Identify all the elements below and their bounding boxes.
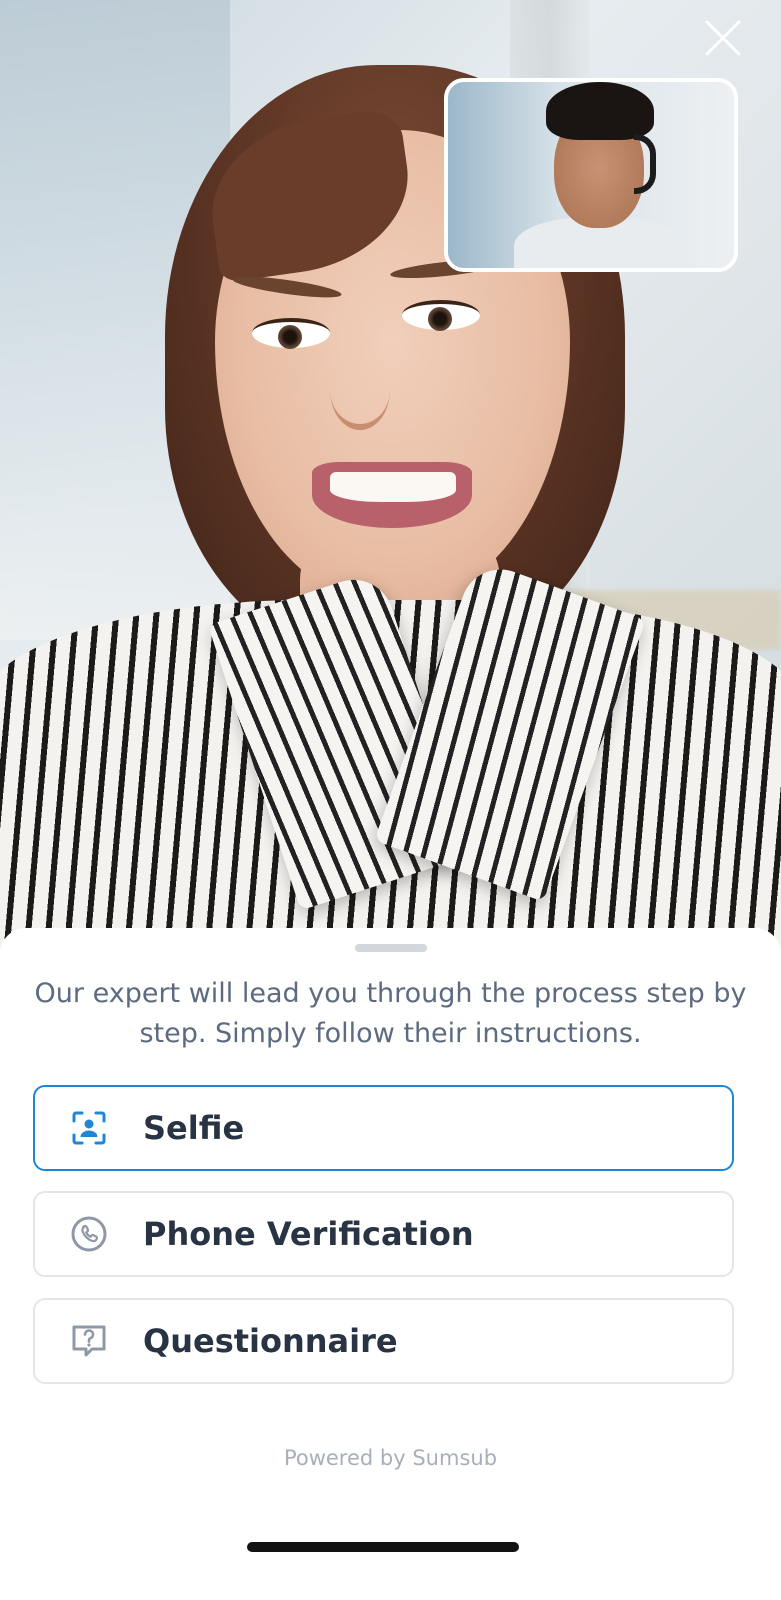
powered-by-text: Powered by Sumsub xyxy=(283,1446,498,1470)
bottom-sheet: Our expert will lead you through the pro… xyxy=(0,928,781,1600)
intro-text: Our expert will lead you through the pro… xyxy=(34,978,747,1049)
home-indicator xyxy=(247,1542,519,1552)
option-label: Selfie xyxy=(143,1109,245,1147)
left-eye xyxy=(252,318,330,349)
sheet-grabber[interactable] xyxy=(355,944,427,952)
expert-hair xyxy=(546,82,654,140)
expert-video-pip[interactable] xyxy=(444,78,738,272)
option-questionnaire[interactable]: Questionnaire xyxy=(33,1298,734,1384)
remote-video xyxy=(0,0,781,950)
option-label: Questionnaire xyxy=(143,1322,398,1360)
option-selfie[interactable]: Selfie xyxy=(33,1085,734,1171)
questionnaire-icon xyxy=(69,1321,109,1361)
user-teeth xyxy=(330,472,456,502)
right-eye xyxy=(402,300,480,331)
user-nose xyxy=(330,350,390,430)
close-button[interactable] xyxy=(701,16,745,60)
phone-icon xyxy=(69,1214,109,1254)
headset-icon xyxy=(634,134,656,194)
option-label: Phone Verification xyxy=(143,1215,474,1253)
close-icon xyxy=(705,20,741,56)
selfie-icon xyxy=(69,1108,109,1148)
option-phone-verification[interactable]: Phone Verification xyxy=(33,1191,734,1277)
